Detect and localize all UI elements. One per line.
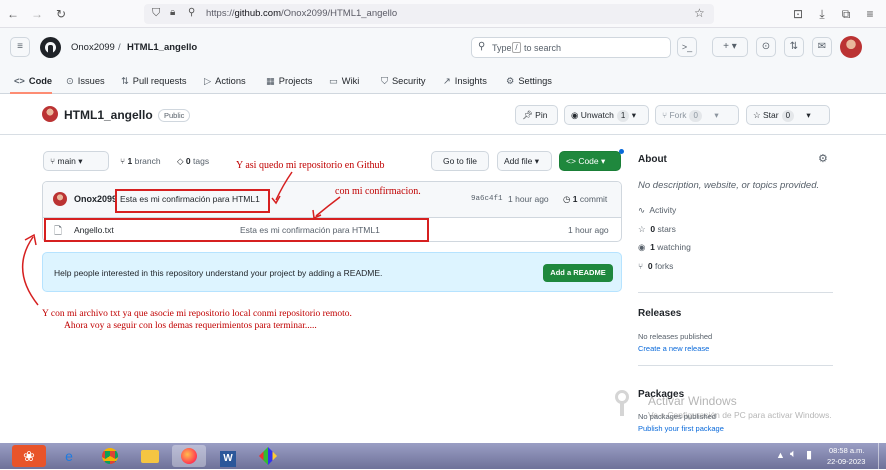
file-explorer-icon[interactable] bbox=[133, 445, 167, 467]
word-icon[interactable]: W bbox=[211, 445, 245, 467]
network-icon[interactable]: ▮ bbox=[806, 448, 812, 461]
chrome-icon[interactable] bbox=[93, 445, 127, 467]
start-app-icon[interactable]: ❀ bbox=[12, 445, 46, 467]
tray-arrow-icon[interactable]: ▲ bbox=[776, 450, 785, 460]
internet-explorer-icon[interactable]: e bbox=[52, 445, 86, 467]
show-desktop-button[interactable] bbox=[878, 443, 886, 469]
windows-taskbar: ❀ e W ▲ 🔈︎ ▮ 08:58 a.m. 22-09-2023 bbox=[0, 443, 886, 469]
app-icon[interactable] bbox=[251, 445, 285, 467]
annotation-arrows bbox=[21, 171, 341, 306]
volume-icon[interactable]: 🔈︎ bbox=[790, 448, 797, 461]
clock-time[interactable]: 08:58 a.m. bbox=[829, 446, 864, 455]
firefox-icon[interactable] bbox=[172, 445, 206, 467]
clock-date[interactable]: 22-09-2023 bbox=[827, 457, 865, 466]
